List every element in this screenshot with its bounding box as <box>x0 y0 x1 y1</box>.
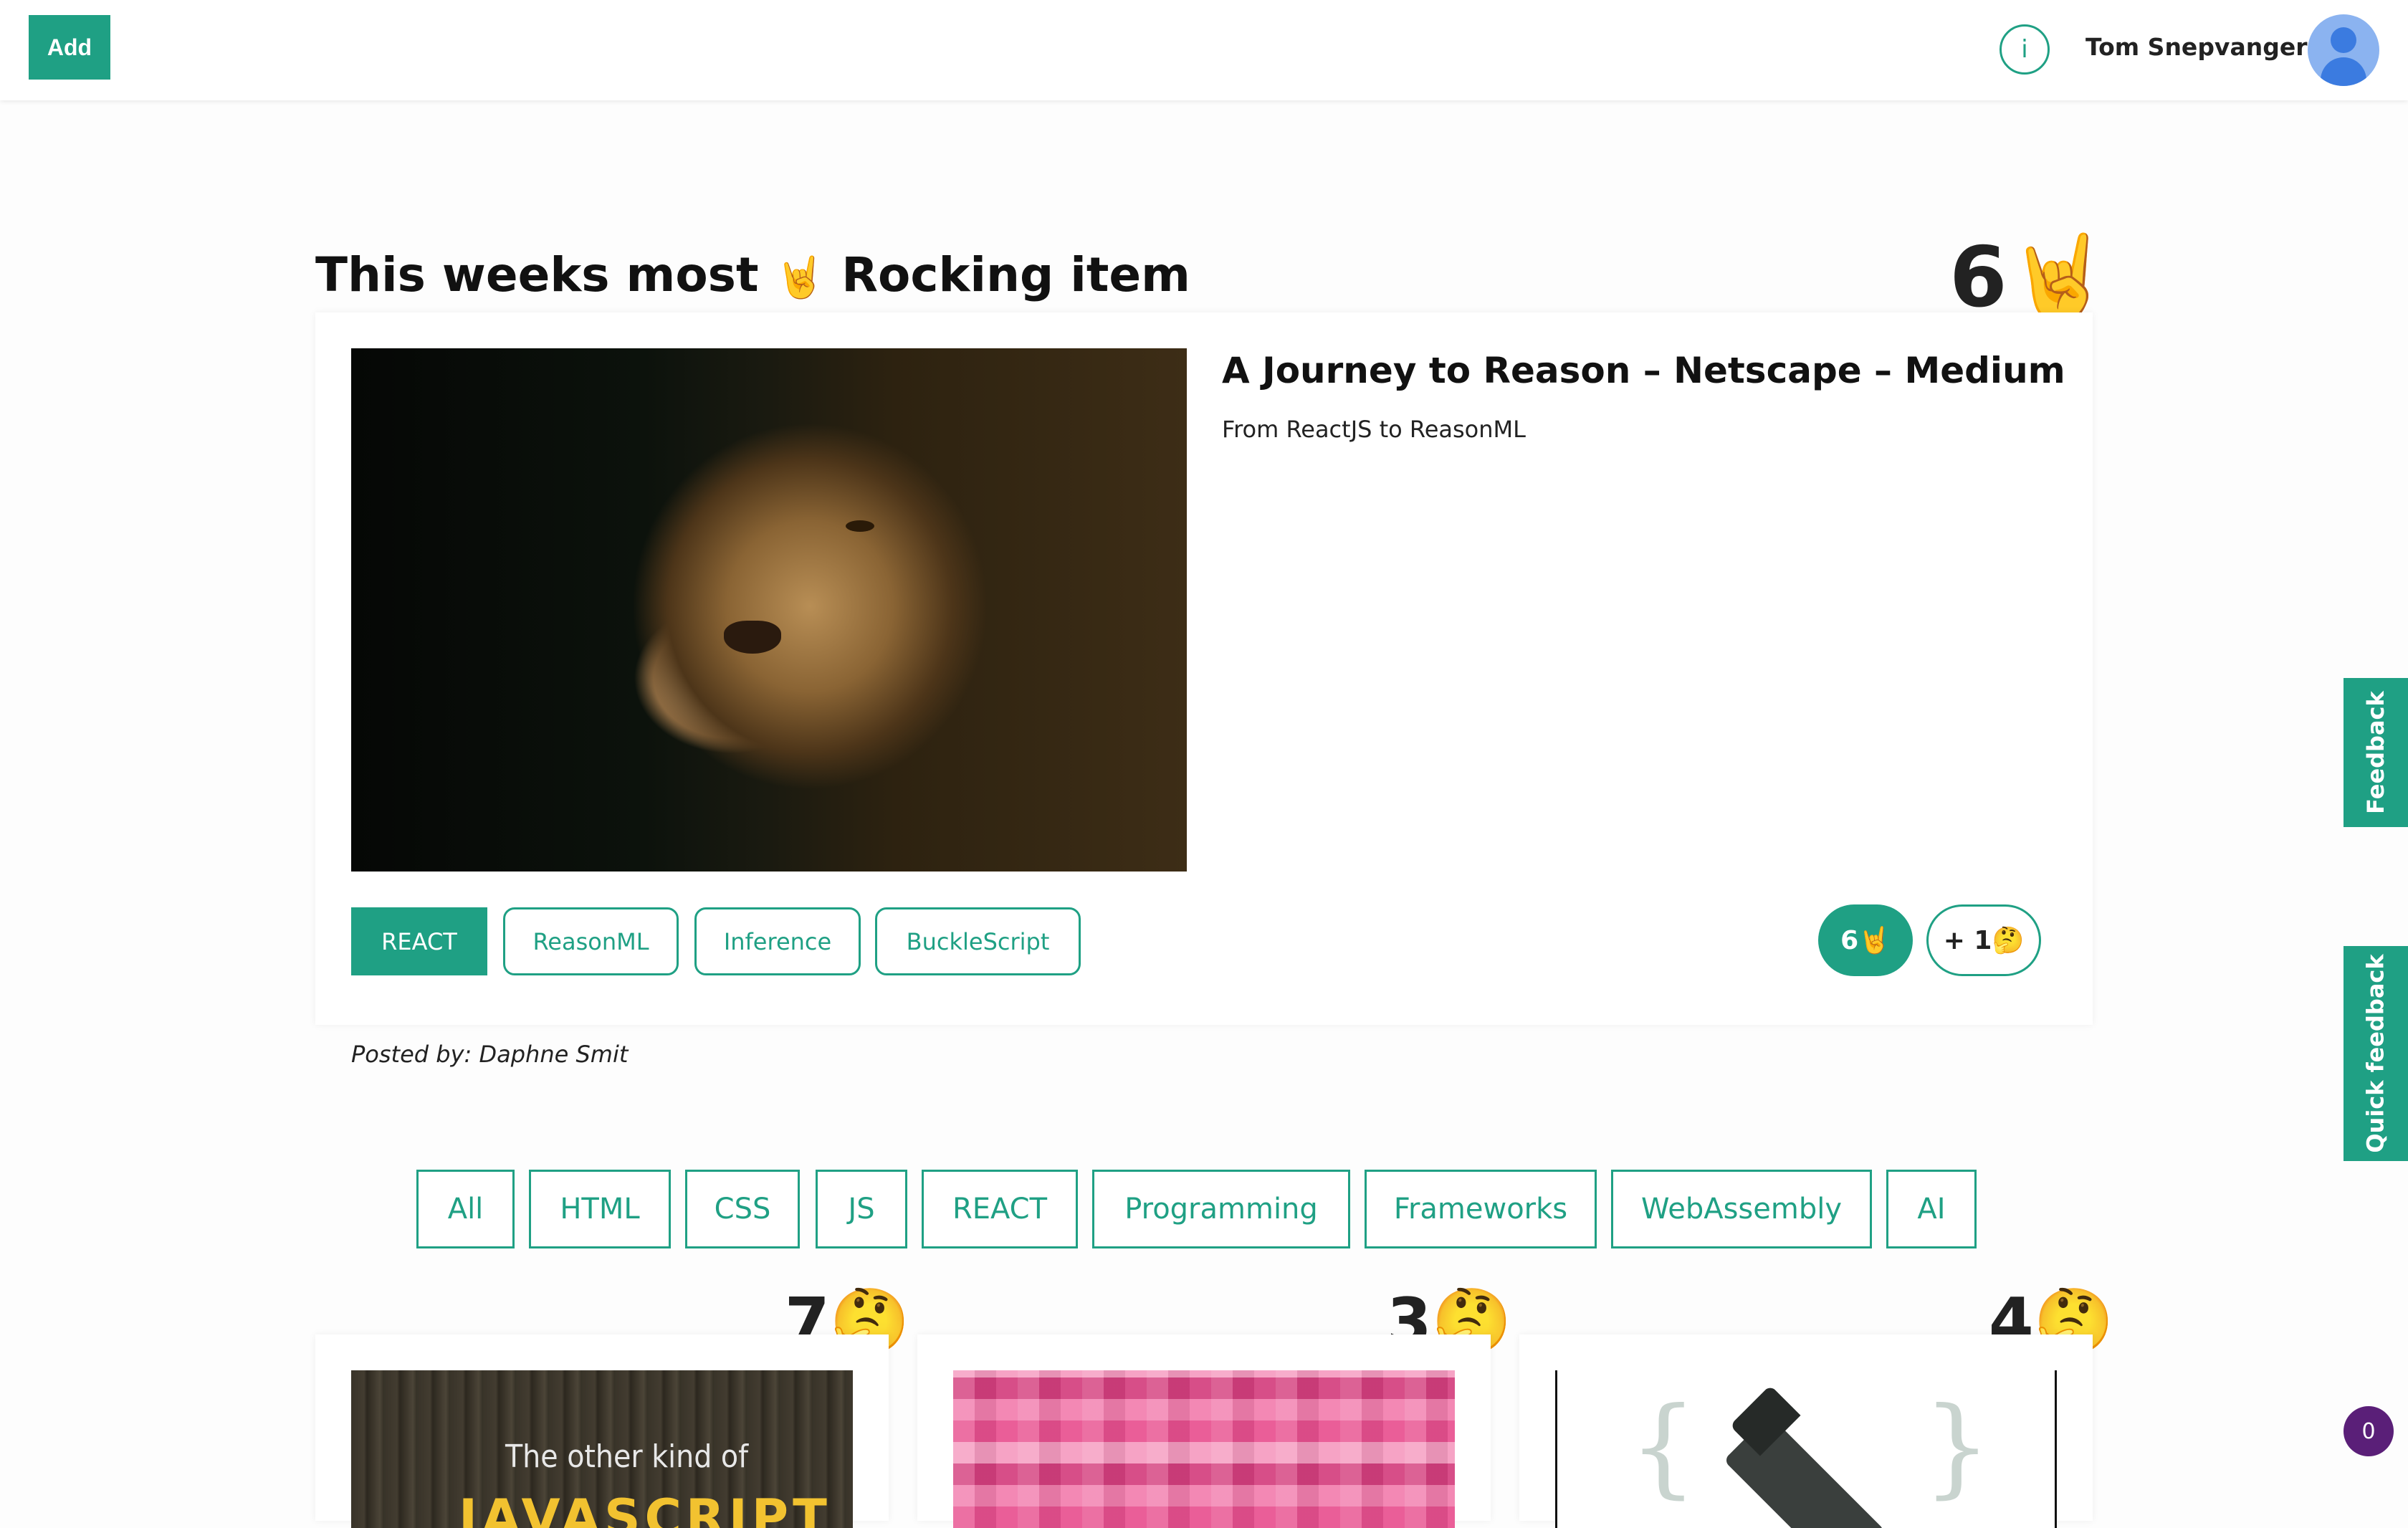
filter-webassembly[interactable]: WebAssembly <box>1611 1170 1872 1248</box>
avatar[interactable] <box>2308 14 2379 86</box>
rock-hand-icon: 🤘 <box>775 254 826 301</box>
lion-nose-shape <box>724 621 781 654</box>
featured-image[interactable] <box>351 348 1187 872</box>
posted-by: Posted by: Daphne Smit <box>351 1041 629 1068</box>
card-image[interactable]: The other kind of JAVASCRIPT <box>351 1370 853 1528</box>
card-image-text: JAVASCRIPT <box>459 1489 831 1528</box>
feedback-tab[interactable]: Feedback <box>2344 678 2408 827</box>
filter-all[interactable]: All <box>416 1170 515 1248</box>
brace-left-icon: { <box>1629 1385 1698 1509</box>
item-card[interactable]: The other kind of JAVASCRIPT <box>315 1334 889 1528</box>
quick-feedback-tab-label: Quick feedback <box>2362 954 2390 1153</box>
item-card[interactable]: { } <box>1519 1334 2093 1528</box>
featured-card[interactable]: A Journey to Reason – Netscape – Medium … <box>315 312 2093 1025</box>
featured-heading: This weeks most 🤘 Rocking item <box>315 247 1190 302</box>
filter-css[interactable]: CSS <box>685 1170 800 1248</box>
quick-feedback-tab[interactable]: Quick feedback <box>2344 946 2408 1161</box>
think-add-button[interactable]: + 1🤔 <box>1926 904 2041 976</box>
tag-inference[interactable]: Inference <box>694 907 861 975</box>
card-image[interactable]: { } <box>1555 1370 2057 1528</box>
filter-html[interactable]: HTML <box>529 1170 671 1248</box>
avatar-head-shape <box>2331 27 2356 53</box>
rock-hand-icon: 🤘 <box>2007 229 2111 326</box>
user-name[interactable]: Tom Snepvangers <box>2086 33 2321 61</box>
card-image[interactable] <box>953 1370 1455 1528</box>
tag-bucklescript[interactable]: BuckleScript <box>875 907 1081 975</box>
filter-programming[interactable]: Programming <box>1092 1170 1350 1248</box>
filter-react[interactable]: REACT <box>922 1170 1078 1248</box>
filter-ai[interactable]: AI <box>1886 1170 1977 1248</box>
featured-heading-text-after: Rocking item <box>841 247 1190 302</box>
featured-score: 6🤘 <box>1949 237 2111 320</box>
tag-react[interactable]: REACT <box>351 907 487 975</box>
lion-eye-shape <box>846 520 874 532</box>
brace-right-icon: } <box>1923 1385 1992 1509</box>
top-bar: Add i Tom Snepvangers <box>0 0 2408 100</box>
tag-reasonml[interactable]: ReasonML <box>503 907 679 975</box>
card-image-text: The other kind of <box>505 1438 749 1475</box>
article-subtitle: From ReactJS to ReasonML <box>1222 416 1526 443</box>
featured-heading-text-before: This weeks most <box>315 247 759 302</box>
info-icon[interactable]: i <box>2000 24 2050 75</box>
filter-frameworks[interactable]: Frameworks <box>1365 1170 1597 1248</box>
filter-js[interactable]: JS <box>816 1170 907 1248</box>
rock-count-button[interactable]: 6🤘 <box>1818 904 1913 976</box>
feedback-tab-label: Feedback <box>2362 691 2389 814</box>
featured-score-value: 6 <box>1949 229 2007 326</box>
item-card[interactable] <box>917 1334 1491 1528</box>
article-title[interactable]: A Journey to Reason – Netscape – Medium <box>1222 350 2065 391</box>
add-button[interactable]: Add <box>29 15 110 80</box>
notification-counter[interactable]: 0 <box>2344 1406 2394 1456</box>
avatar-body-shape <box>2321 57 2366 86</box>
